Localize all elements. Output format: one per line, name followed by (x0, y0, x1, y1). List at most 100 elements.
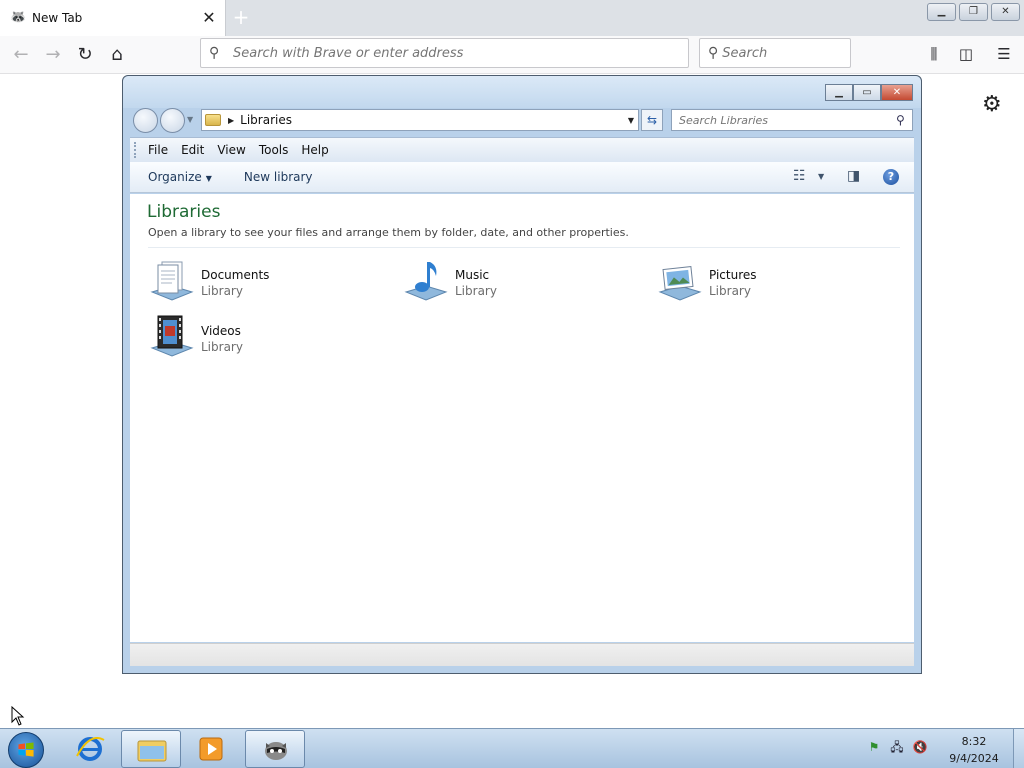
library-item-documents[interactable]: Documents Library (148, 256, 388, 306)
gear-icon[interactable]: ⚙ (982, 92, 1002, 117)
close-window-button[interactable]: ✕ (991, 3, 1020, 21)
explorer-forward-button[interactable] (160, 108, 185, 133)
music-library-icon (404, 262, 448, 301)
taskbar-media-player[interactable] (182, 730, 242, 768)
library-item-music[interactable]: Music Library (402, 256, 642, 306)
explorer-maximize-button[interactable]: ▭ (853, 84, 881, 101)
menubar-grip (134, 142, 137, 158)
library-icon[interactable]: ⫼ (920, 40, 948, 68)
forward-icon[interactable]: → (38, 40, 68, 70)
windows-explorer-icon (137, 740, 167, 762)
address-dropdown-icon[interactable]: ▼ (628, 116, 634, 125)
sidebar-icon[interactable]: ◫ (952, 40, 980, 68)
explorer-titlebar[interactable]: ▁ ▭ ✕ (123, 76, 921, 108)
restore-button[interactable]: ❐ (959, 3, 988, 21)
explorer-address-bar[interactable]: ▶ Libraries ▼ (201, 109, 639, 131)
reload-icon[interactable]: ↻ (70, 40, 100, 70)
tab-new-tab[interactable]: 🦝 New Tab ✕ (0, 0, 226, 36)
address-bar[interactable]: ⚲ (200, 38, 689, 68)
search-bar[interactable]: ⚲ (699, 38, 891, 68)
view-options-dropdown-icon[interactable]: ▼ (818, 172, 824, 181)
libraries-content: Libraries Open a library to see your fil… (130, 194, 914, 642)
taskbar-windows-explorer[interactable] (121, 730, 181, 768)
page-description: Open a library to see your files and arr… (148, 226, 629, 239)
menu-tools[interactable]: Tools (259, 143, 289, 157)
search-icon: ⚲ (708, 45, 719, 61)
menu-view[interactable]: View (217, 143, 245, 157)
explorer-address-row: ▼ ▶ Libraries ▼ ⇆ ⚲ (131, 107, 913, 133)
preview-pane-icon[interactable]: ◨ (847, 168, 860, 184)
library-name: Documents (201, 268, 270, 282)
taskbar-clock[interactable]: 8:32 9/4/2024 (946, 733, 1002, 767)
volume-muted-icon[interactable]: 🔇 (912, 739, 928, 755)
videos-library-icon (150, 315, 194, 357)
back-icon[interactable]: ← (6, 40, 36, 70)
action-center-icon[interactable]: ⚑ (866, 739, 882, 755)
search-input[interactable] (722, 45, 891, 61)
organize-label: Organize (148, 170, 202, 184)
documents-library-icon (150, 261, 194, 301)
breadcrumb-arrow-icon[interactable]: ▶ (228, 116, 234, 125)
search-icon: ⚲ (209, 45, 220, 61)
breadcrumb-libraries[interactable]: Libraries (240, 113, 292, 127)
explorer-window: ▁ ▭ ✕ ▼ ▶ Libraries ▼ ⇆ ⚲ File Edit View… (122, 75, 922, 674)
search-icon: ⚲ (896, 113, 905, 127)
organize-button[interactable]: Organize ▼ (148, 170, 212, 184)
explorer-search-box[interactable]: ⚲ (671, 109, 913, 131)
pictures-library-icon (658, 266, 702, 301)
new-tab-button[interactable]: + (230, 6, 252, 28)
mouse-cursor-icon (11, 706, 25, 726)
library-item-videos[interactable]: Videos Library (148, 312, 388, 362)
menu-edit[interactable]: Edit (181, 143, 204, 157)
explorer-search-input[interactable] (679, 113, 896, 127)
start-button[interactable] (8, 732, 44, 768)
new-library-button[interactable]: New library (244, 170, 313, 184)
library-item-pictures[interactable]: Pictures Library (656, 256, 896, 306)
media-player-icon (199, 737, 223, 761)
browser-window-controls: ▁ ❐ ✕ (927, 3, 1020, 21)
library-name: Music (455, 268, 490, 282)
explorer-minimize-button[interactable]: ▁ (825, 84, 853, 101)
menu-help[interactable]: Help (301, 143, 328, 157)
show-desktop-button[interactable] (1013, 729, 1024, 768)
explorer-back-button[interactable] (133, 108, 158, 133)
taskbar-browser[interactable] (245, 730, 305, 768)
menu-file[interactable]: File (148, 143, 168, 157)
system-tray: ⚑ 🖧 🔇 (866, 739, 928, 755)
minimize-button[interactable]: ▁ (927, 3, 956, 21)
library-type: Library (201, 284, 243, 298)
tab-title: New Tab (32, 11, 83, 25)
close-tab-icon[interactable]: ✕ (199, 8, 219, 28)
taskbar-internet-explorer[interactable] (60, 730, 120, 768)
explorer-command-bar: Organize ▼ New library ☷ ▼ ◨ ? (130, 162, 914, 193)
history-dropdown-icon[interactable]: ▼ (187, 115, 193, 124)
taskbar: ⚑ 🖧 🔇 8:32 9/4/2024 (0, 728, 1024, 768)
library-name: Pictures (709, 268, 757, 282)
explorer-menubar: File Edit View Tools Help (130, 137, 914, 162)
internet-explorer-icon (76, 737, 105, 761)
explorer-status-bar (130, 643, 914, 666)
library-type: Library (201, 340, 243, 354)
browser-raccoon-icon (265, 742, 287, 760)
explorer-window-controls: ▁ ▭ ✕ (825, 84, 913, 101)
library-type: Library (709, 284, 751, 298)
refresh-icon[interactable]: ⇆ (641, 109, 663, 131)
libraries-folder-icon (205, 114, 221, 126)
network-icon[interactable]: 🖧 (889, 739, 905, 755)
menu-icon[interactable]: ☰ (990, 40, 1018, 68)
home-icon[interactable]: ⌂ (102, 40, 132, 70)
clock-date: 9/4/2024 (949, 752, 999, 765)
explorer-close-button[interactable]: ✕ (881, 84, 913, 101)
address-input[interactable] (233, 45, 688, 61)
library-name: Videos (201, 324, 241, 338)
page-title: Libraries (147, 202, 221, 222)
change-view-icon[interactable]: ☷ (793, 168, 806, 184)
browser-navbar: ← → ↻ ⌂ ⚲ ⚲ ⫼ ◫ ☰ (0, 36, 1024, 74)
browser-tabstrip: 🦝 New Tab ✕ + ▁ ❐ ✕ (0, 0, 1024, 36)
help-icon[interactable]: ? (883, 169, 899, 185)
library-type: Library (455, 284, 497, 298)
windows-logo-icon (18, 742, 34, 757)
raccoon-icon: 🦝 (10, 10, 27, 25)
divider (148, 247, 900, 248)
chevron-down-icon: ▼ (205, 174, 212, 183)
